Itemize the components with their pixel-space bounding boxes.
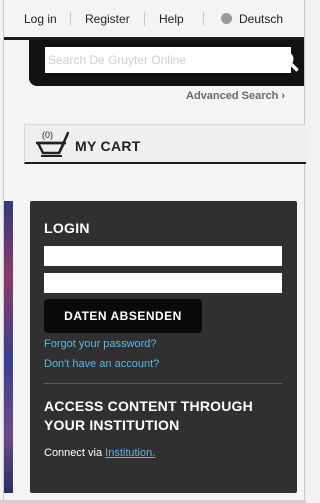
signup-link[interactable]: Don't have an account? [44, 358, 159, 370]
advanced-search-link[interactable]: Advanced Search › [186, 90, 285, 102]
help-link[interactable]: Help [159, 12, 184, 26]
decorative-image-strip [4, 201, 13, 493]
login-link[interactable]: Log in [24, 12, 57, 26]
divider [44, 383, 282, 384]
login-title: LOGIN [44, 220, 90, 236]
nav-separator [144, 12, 145, 26]
cart-icon [36, 131, 69, 157]
connect-via-label: Connect via [44, 447, 103, 459]
search-input[interactable] [45, 47, 291, 73]
page-frame: Log in Register Help Deutsch Advanced Se… [3, 0, 306, 503]
submit-button[interactable]: DATEN ABSENDEN [44, 299, 202, 333]
cart-title: MY CART [75, 138, 141, 154]
my-cart-bar[interactable]: (0) MY CART [24, 124, 306, 164]
language-link[interactable]: Deutsch [239, 12, 283, 26]
globe-icon [221, 13, 232, 24]
forgot-password-link[interactable]: Forgot your password? [44, 338, 157, 350]
institution-heading: ACCESS CONTENT THROUGH YOUR INSTITUTION [44, 398, 253, 433]
register-link[interactable]: Register [85, 12, 130, 26]
nav-separator [70, 12, 71, 26]
username-field[interactable] [44, 246, 282, 266]
institution-link[interactable]: Institution. [105, 447, 155, 459]
search-icon[interactable] [277, 50, 299, 72]
top-navigation: Log in Register Help Deutsch [4, 0, 304, 40]
nav-separator [203, 12, 204, 26]
login-panel: LOGIN DATEN ABSENDEN Forgot your passwor… [30, 201, 297, 493]
password-field[interactable] [44, 273, 282, 293]
search-bar [29, 40, 304, 86]
connect-via-text: Connect via Institution. [44, 447, 155, 459]
